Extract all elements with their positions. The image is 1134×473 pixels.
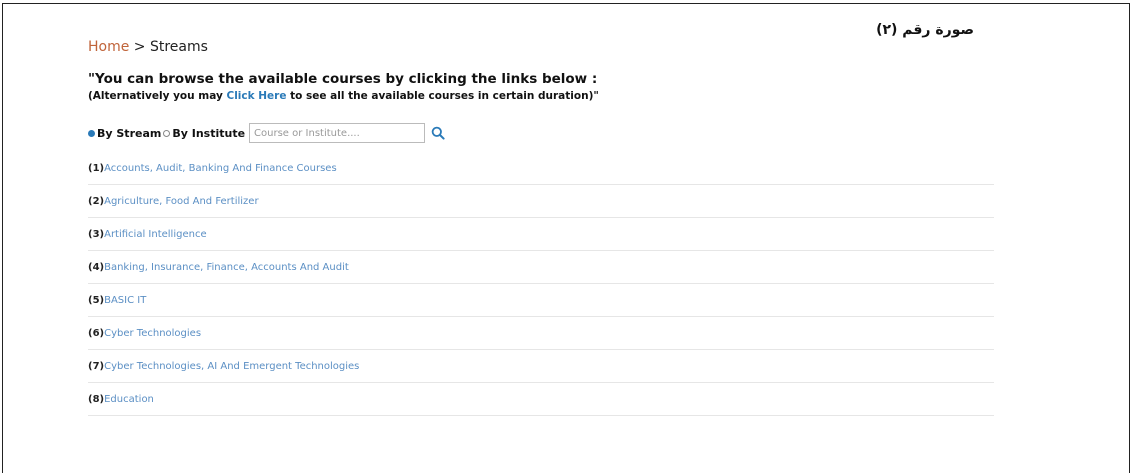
stream-number: (7) <box>88 360 105 372</box>
stream-number: (5) <box>88 294 105 306</box>
breadcrumb-home-link[interactable]: Home <box>88 39 129 55</box>
breadcrumb-separator: > <box>129 39 150 55</box>
intro-line-1: "You can browse the available courses by… <box>88 71 598 87</box>
filter-row: By Stream By Institute <box>88 121 994 145</box>
stream-number: (8) <box>88 393 105 405</box>
list-item: (6) Cyber Technologies <box>88 317 994 350</box>
list-item: (5) BASIC IT <box>88 284 994 317</box>
stream-link[interactable]: Cyber Technologies, AI And Emergent Tech… <box>104 361 359 372</box>
radio-unchecked-icon[interactable] <box>163 129 171 137</box>
stream-link[interactable]: BASIC IT <box>104 295 146 306</box>
list-item: (8) Education <box>88 383 994 416</box>
stream-link[interactable]: Education <box>104 394 154 405</box>
stream-number: (6) <box>88 327 105 339</box>
radio-checked-icon[interactable] <box>88 129 95 137</box>
breadcrumb: Home > Streams <box>88 36 994 58</box>
search-input[interactable] <box>249 123 426 143</box>
click-here-link[interactable]: Click Here <box>226 90 286 102</box>
main-content: Home > Streams "You can browse the avail… <box>88 36 994 432</box>
list-item: (2) Agriculture, Food And Fertilizer <box>88 185 994 218</box>
intro-text: "You can browse the available courses by… <box>88 70 994 104</box>
by-stream-radio[interactable]: By Stream <box>88 127 161 140</box>
stream-link[interactable]: Artificial Intelligence <box>104 229 207 240</box>
stream-link[interactable]: Banking, Insurance, Finance, Accounts An… <box>104 262 349 273</box>
by-stream-label: By Stream <box>97 126 162 140</box>
stream-link[interactable]: Cyber Technologies <box>104 328 201 339</box>
stream-number: (2) <box>88 195 105 207</box>
list-item: (1) Accounts, Audit, Banking And Finance … <box>88 152 994 185</box>
intro-line-2: (Alternatively you may Click Here to see… <box>88 88 994 104</box>
intro-line-2-prefix: (Alternatively you may <box>88 90 227 102</box>
stream-list: (1) Accounts, Audit, Banking And Finance … <box>88 152 994 416</box>
search-icon[interactable] <box>429 124 447 142</box>
list-item: (4) Banking, Insurance, Finance, Accounts… <box>88 251 994 284</box>
stream-link[interactable]: Agriculture, Food And Fertilizer <box>104 196 258 207</box>
stream-number: (3) <box>88 228 105 240</box>
list-item: (7) Cyber Technologies, AI And Emergent T… <box>88 350 994 383</box>
stream-number: (1) <box>88 162 105 174</box>
breadcrumb-current: Streams <box>149 39 208 55</box>
by-institute-radio[interactable]: By Institute <box>163 127 245 140</box>
stream-number: (4) <box>88 261 105 273</box>
list-item: (3) Artificial Intelligence <box>88 218 994 251</box>
stream-link[interactable]: Accounts, Audit, Banking And Finance Cou… <box>104 163 337 174</box>
intro-line-2-suffix: to see all the available courses in cert… <box>286 90 599 102</box>
by-institute-label: By Institute <box>172 126 246 140</box>
